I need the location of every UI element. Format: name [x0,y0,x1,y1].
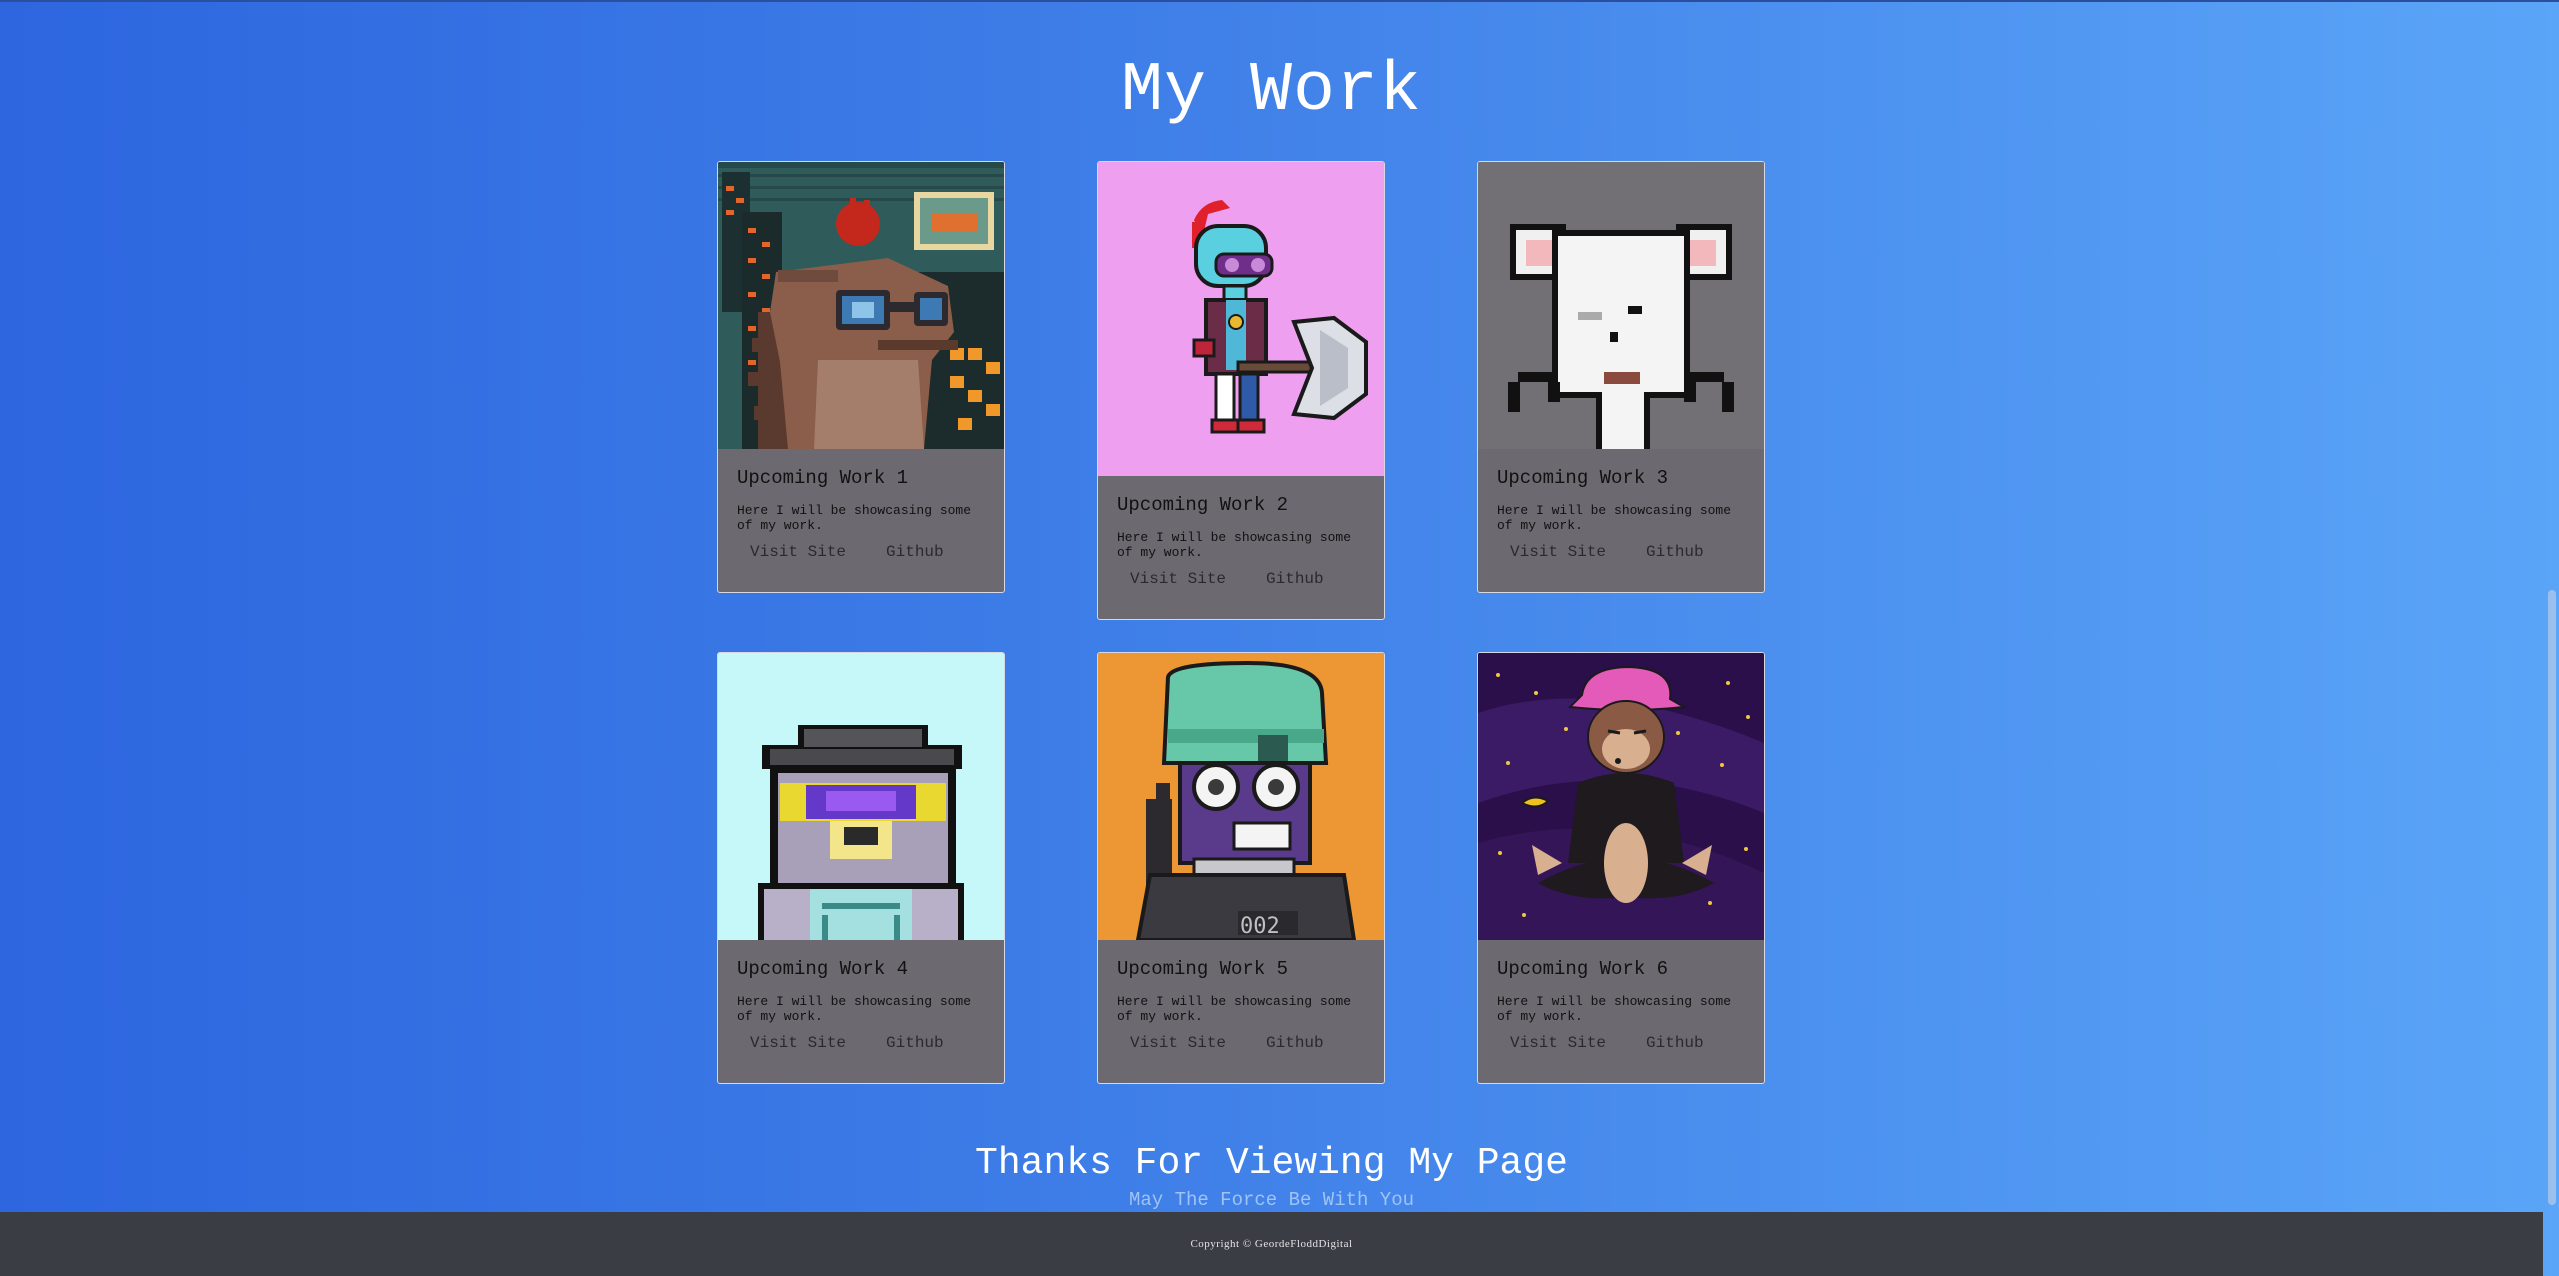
work-card-2: Upcoming Work 2 Here I will be showcasin… [1097,161,1385,620]
work-card-5: 002 Upcoming Work 5 Here I will be showc… [1097,652,1385,1084]
pixel-koala-art [718,653,1004,940]
github-link[interactable]: Github [1266,1034,1324,1052]
gorilla-illustration: 002 [1098,653,1384,940]
visit-site-link[interactable]: Visit Site [750,1034,846,1052]
card-title: Upcoming Work 1 [737,467,909,489]
pixel-gorilla-beanie-art: 002 [1098,653,1384,940]
card-description: Here I will be showcasing some of my wor… [1117,530,1352,560]
work-card-3: Upcoming Work 3 Here I will be showcasin… [1477,161,1765,593]
pixel-dinosaur-city-art [718,162,1004,449]
meditating-ape-space-art [1478,653,1764,940]
koala-illustration [718,653,1004,940]
top-border [0,0,2559,2]
work-card-4: Upcoming Work 4 Here I will be showcasin… [717,652,1005,1084]
card-description: Here I will be showcasing some of my wor… [1497,994,1732,1024]
card-title: Upcoming Work 4 [737,958,909,980]
card-description: Here I will be showcasing some of my wor… [1497,503,1732,533]
visit-site-link[interactable]: Visit Site [1130,570,1226,588]
pixel-robot-axe-art [1098,162,1384,476]
visit-site-link[interactable]: Visit Site [750,543,846,561]
github-link[interactable]: Github [886,543,944,561]
ape-illustration [1478,653,1764,940]
work-card-1: Upcoming Work 1 Here I will be showcasin… [717,161,1005,593]
card-description: Here I will be showcasing some of my wor… [737,503,972,533]
copyright-text: Copyright © GeordeFloddDigital [1190,1238,1353,1250]
robot-illustration [1098,162,1384,476]
force-subtitle: May The Force Be With You [1128,1189,1415,1211]
svg-text:002: 002 [1240,914,1280,939]
card-description: Here I will be showcasing some of my wor… [737,994,972,1024]
mouse-illustration [1478,162,1764,449]
page-title: My Work [1120,52,1423,131]
github-link[interactable]: Github [1266,570,1324,588]
card-title: Upcoming Work 3 [1497,467,1669,489]
visit-site-link[interactable]: Visit Site [1510,1034,1606,1052]
footer: Copyright © GeordeFloddDigital [0,1212,2543,1276]
dinosaur-illustration [718,162,1004,449]
thanks-heading: Thanks For Viewing My Page [975,1142,1568,1185]
visit-site-link[interactable]: Visit Site [1130,1034,1226,1052]
github-link[interactable]: Github [1646,543,1704,561]
card-title: Upcoming Work 2 [1117,494,1289,516]
scrollbar[interactable] [2543,0,2559,1212]
scrollbar-thumb[interactable] [2548,590,2556,1205]
card-title: Upcoming Work 5 [1117,958,1289,980]
visit-site-link[interactable]: Visit Site [1510,543,1606,561]
card-title: Upcoming Work 6 [1497,958,1669,980]
card-description: Here I will be showcasing some of my wor… [1117,994,1352,1024]
pixel-mouse-art [1478,162,1764,449]
github-link[interactable]: Github [886,1034,944,1052]
github-link[interactable]: Github [1646,1034,1704,1052]
work-card-6: Upcoming Work 6 Here I will be showcasin… [1477,652,1765,1084]
